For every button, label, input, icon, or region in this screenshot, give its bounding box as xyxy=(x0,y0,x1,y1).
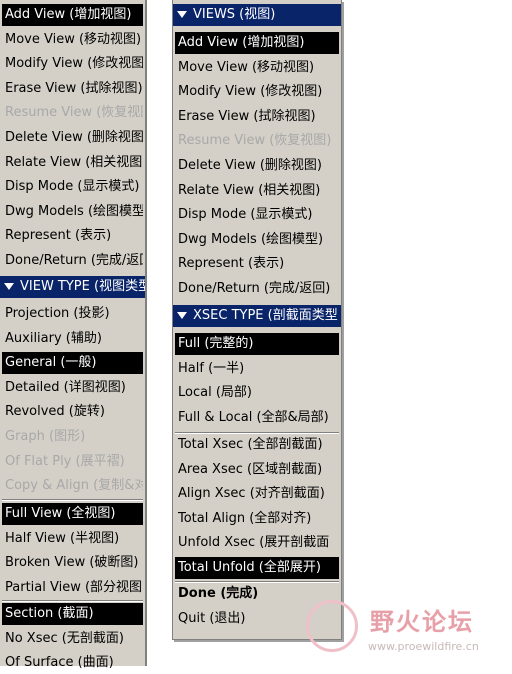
menu-separator xyxy=(2,499,143,501)
left-menu-item-dwg-models[interactable]: Dwg Models (绘图模型 xyxy=(2,201,143,223)
section-item-no-xsec[interactable]: No Xsec (无剖截面) xyxy=(2,628,143,650)
views-item-resume-view: Resume View (恢复视图) xyxy=(178,133,332,149)
xsec-type-item-full[interactable]: Full (完整的) xyxy=(175,333,339,355)
xsec-option-item-total-unfold[interactable]: Total Unfold (全部展开) xyxy=(175,557,339,579)
left-menu-item-move-view[interactable]: Move View (移动视图) xyxy=(2,29,143,51)
views-item-add-view[interactable]: Add View (增加视图) xyxy=(175,32,339,54)
view-type-header[interactable]: VIEW TYPE (视图类型 xyxy=(0,276,145,298)
view-scope-item-partial-view[interactable]: Partial View (部分视图 xyxy=(2,577,143,599)
views-item-erase-view[interactable]: Erase View (拭除视图) xyxy=(175,106,339,128)
xsec-type-header-label: XSEC TYPE (剖截面类型 xyxy=(193,308,338,323)
left-menu-item-erase-view[interactable]: Erase View (拭除视图) xyxy=(2,78,143,100)
section-item-section[interactable]: Section (截面) xyxy=(2,603,143,625)
view-scope-item-half-view[interactable]: Half View (半视图) xyxy=(2,528,143,550)
views-item-move-view[interactable]: Move View (移动视图) xyxy=(175,57,339,79)
views-header[interactable]: VIEWS (视图) xyxy=(173,4,341,26)
view-scope-item-full-view[interactable]: Full View (全视图) xyxy=(2,503,143,525)
views-header-label: VIEWS (视图) xyxy=(193,7,276,22)
left-menu-item-resume-view: Resume View (恢复视图 xyxy=(5,105,143,121)
xsec-type-header[interactable]: XSEC TYPE (剖截面类型 xyxy=(173,305,341,327)
view-type-item-projection[interactable]: Projection (投影) xyxy=(2,303,143,325)
view-type-item-auxiliary[interactable]: Auxiliary (辅助) xyxy=(2,328,143,350)
view-type-item-graph: Graph (图形) xyxy=(5,429,86,444)
watermark-logo-icon xyxy=(306,600,358,652)
left-menu-panel: Add View (增加视图) Move View (移动视图) Modify Vi… xyxy=(0,0,147,670)
xsec-type-item-local[interactable]: Local (局部) xyxy=(175,382,339,404)
views-item-delete-view[interactable]: Delete View (删除视图) xyxy=(175,155,339,177)
views-item-relate-view[interactable]: Relate View (相关视图) xyxy=(175,180,339,202)
view-type-item-general[interactable]: General (一般) xyxy=(2,352,143,375)
views-item-done-return[interactable]: Done/Return (完成/返回) xyxy=(175,278,339,300)
xsec-option-item-align-xsec[interactable]: Align Xsec (对齐剖截面) xyxy=(175,483,339,505)
xsec-type-item-half[interactable]: Half (一半) xyxy=(175,358,339,380)
collapse-triangle-icon xyxy=(177,312,187,319)
view-type-item-of-flat-ply: Of Flat Ply (展平褶) xyxy=(5,453,125,469)
view-type-item-revolved[interactable]: Revolved (旋转) xyxy=(2,401,143,423)
views-item-modify-view[interactable]: Modify View (修改视图) xyxy=(175,81,339,103)
section-item-of-surface[interactable]: Of Surface (曲面) xyxy=(2,652,143,674)
menu-separator xyxy=(2,600,143,602)
left-menu-item-modify-view[interactable]: Modify View (修改视图 xyxy=(2,53,143,75)
xsec-type-item-full-local[interactable]: Full & Local (全部&局部) xyxy=(175,407,339,429)
collapse-triangle-icon xyxy=(4,283,14,290)
right-menu-panel: VIEWS (视图) Add View (增加视图) Move View (移动视图… xyxy=(172,0,342,640)
views-item-dwg-models[interactable]: Dwg Models (绘图模型) xyxy=(175,229,339,251)
views-item-disp-mode[interactable]: Disp Mode (显示模式) xyxy=(175,204,339,226)
left-menu-item-done-return[interactable]: Done/Return (完成/返回 xyxy=(2,250,143,272)
left-menu-item-delete-view[interactable]: Delete View (删除视图) xyxy=(2,127,143,149)
left-menu-item-add-view[interactable]: Add View (增加视图) xyxy=(2,4,143,26)
view-type-item-copy-align: Copy & Align (复制&对 xyxy=(5,478,143,494)
view-scope-item-broken-view[interactable]: Broken View (破断图) xyxy=(2,552,143,574)
watermark-title: 野火论坛 xyxy=(370,608,474,636)
watermark: 野火论坛 www.proewildfire.cn xyxy=(300,596,512,666)
left-menu-item-represent[interactable]: Represent (表示) xyxy=(2,225,143,247)
xsec-option-item-total-xsec[interactable]: Total Xsec (全部剖截面) xyxy=(175,434,339,456)
left-menu-item-disp-mode[interactable]: Disp Mode (显示模式) xyxy=(2,176,143,198)
watermark-url: www.proewildfire.cn xyxy=(368,640,479,653)
collapse-triangle-icon xyxy=(177,11,187,18)
xsec-option-item-unfold-xsec[interactable]: Unfold Xsec (展开剖截面 xyxy=(175,532,339,554)
left-menu-item-relate-view[interactable]: Relate View (相关视图) xyxy=(2,152,143,174)
view-type-item-detailed[interactable]: Detailed (详图视图) xyxy=(2,377,143,399)
views-item-represent[interactable]: Represent (表示) xyxy=(175,253,339,275)
xsec-option-item-total-align[interactable]: Total Align (全部对齐) xyxy=(175,508,339,530)
view-type-header-label: VIEW TYPE (视图类型 xyxy=(20,279,145,294)
xsec-option-item-area-xsec[interactable]: Area Xsec (区域剖截面) xyxy=(175,459,339,481)
